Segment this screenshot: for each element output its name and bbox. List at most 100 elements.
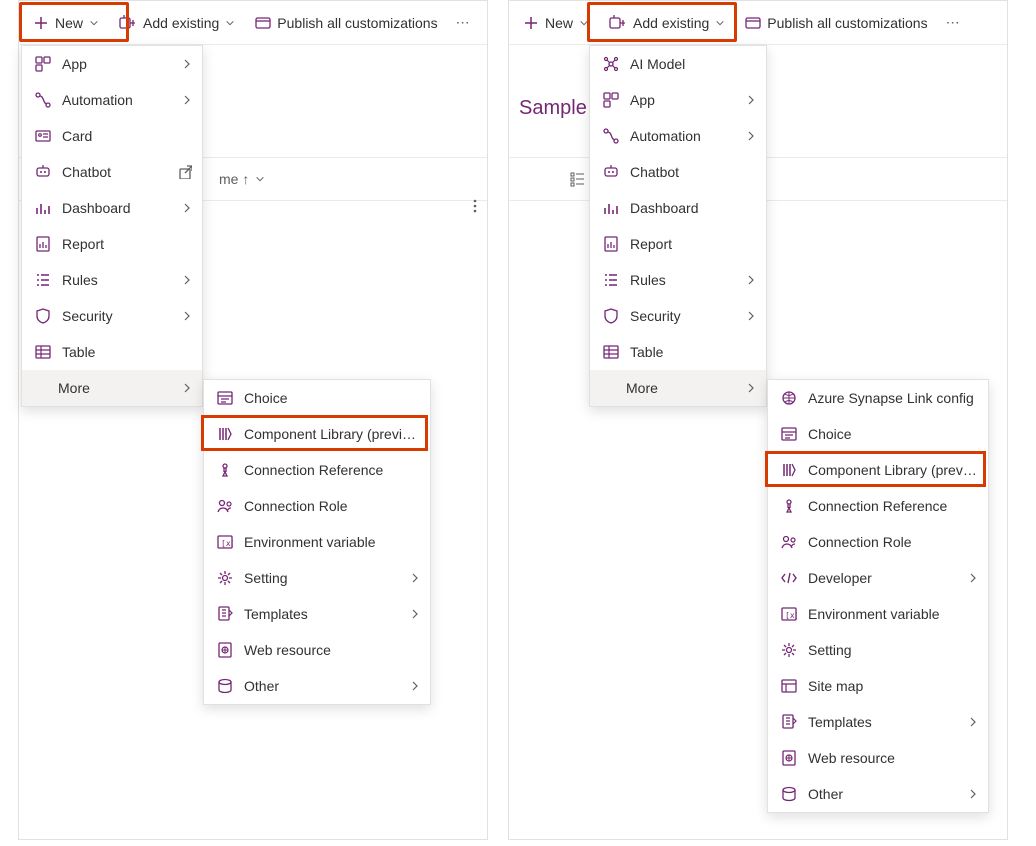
menu-item-webres[interactable]: Web resource: [204, 632, 430, 668]
menu-item-report[interactable]: Report: [22, 226, 202, 262]
envvar-icon: [216, 533, 234, 551]
list-view-icon[interactable]: [569, 170, 587, 188]
menu-item-dashboard[interactable]: Dashboard: [22, 190, 202, 226]
menu-item-label: Rules: [630, 272, 736, 288]
menu-item-label: Component Library (preview): [244, 426, 420, 442]
menu-item-table[interactable]: Table: [22, 334, 202, 370]
menu-item-label: Rules: [62, 272, 172, 288]
menu-item-envvar[interactable]: Environment variable: [204, 524, 430, 560]
more-commands-button[interactable]: ⋯: [448, 5, 478, 41]
publish-button[interactable]: Publish all customizations: [245, 5, 447, 41]
chevron-down-icon: [225, 18, 235, 28]
chevron-right-icon: [410, 572, 420, 584]
menu-item-security[interactable]: Security: [590, 298, 766, 334]
menu-item-label: Dashboard: [630, 200, 756, 216]
menu-item-label: Security: [62, 308, 172, 324]
panel-add-existing: New Add existing Publish all customizati…: [508, 0, 1008, 840]
external-link-icon: [178, 165, 192, 179]
menu-item-rules[interactable]: Rules: [590, 262, 766, 298]
chevron-down-icon: [579, 18, 589, 28]
menu-item-label: Table: [630, 344, 756, 360]
menu-item-label: Card: [62, 128, 192, 144]
toolbar-left: New Add existing Publish all customizati…: [19, 1, 487, 45]
report-icon: [602, 235, 620, 253]
chevron-down-icon: [89, 18, 99, 28]
menu-item-connrole[interactable]: Connection Role: [204, 488, 430, 524]
sort-column-name[interactable]: me ↑: [219, 171, 249, 187]
menu-item-label: Component Library (preview): [808, 462, 978, 478]
developer-icon: [780, 569, 798, 587]
menu-item-synapse[interactable]: Azure Synapse Link config: [768, 380, 988, 416]
menu-item-setting[interactable]: Setting: [204, 560, 430, 596]
add-existing-button[interactable]: Add existing: [109, 5, 245, 41]
app-icon: [34, 55, 52, 73]
new-label: New: [55, 15, 83, 31]
menu-item-card[interactable]: Card: [22, 118, 202, 154]
new-button[interactable]: New: [513, 5, 599, 41]
chevron-right-icon: [182, 310, 192, 322]
menu-item-dashboard[interactable]: Dashboard: [590, 190, 766, 226]
webres-icon: [216, 641, 234, 659]
synapse-icon: [780, 389, 798, 407]
chevron-right-icon: [410, 680, 420, 692]
menu-item-label: Templates: [244, 606, 400, 622]
menu-item-component[interactable]: Component Library (preview): [204, 416, 430, 452]
menu-item-rules[interactable]: Rules: [22, 262, 202, 298]
menu-item-setting[interactable]: Setting: [768, 632, 988, 668]
menu-item-table[interactable]: Table: [590, 334, 766, 370]
connrole-icon: [780, 533, 798, 551]
menu-item-other[interactable]: Other: [768, 776, 988, 812]
menu-item-templates[interactable]: Templates: [204, 596, 430, 632]
menu-item-automation[interactable]: Automation: [22, 82, 202, 118]
security-icon: [34, 307, 52, 325]
menu-item-label: Connection Role: [808, 534, 978, 550]
menu-item-connref[interactable]: Connection Reference: [768, 488, 988, 524]
menu-item-app[interactable]: App: [22, 46, 202, 82]
menu-item-chatbot[interactable]: Chatbot: [590, 154, 766, 190]
menu-item-templates[interactable]: Templates: [768, 704, 988, 740]
chatbot-icon: [602, 163, 620, 181]
menu-item-report[interactable]: Report: [590, 226, 766, 262]
more-commands-button[interactable]: ⋯: [938, 5, 968, 41]
menu-item-aimodel[interactable]: AI Model: [590, 46, 766, 82]
menu-item-connrole[interactable]: Connection Role: [768, 524, 988, 560]
menu-item-envvar[interactable]: Environment variable: [768, 596, 988, 632]
chevron-right-icon: [968, 572, 978, 584]
webres-icon: [780, 749, 798, 767]
menu-item-security[interactable]: Security: [22, 298, 202, 334]
toolbar-right: New Add existing Publish all customizati…: [509, 1, 1007, 45]
menu-item-choice[interactable]: Choice: [768, 416, 988, 452]
choice-icon: [780, 425, 798, 443]
new-menu: App Automation Card ChatbotDashboardReport R…: [21, 45, 203, 407]
menu-item-automation[interactable]: Automation: [590, 118, 766, 154]
plus-icon: [523, 15, 539, 31]
publish-button[interactable]: Publish all customizations: [735, 5, 937, 41]
publish-icon: [745, 15, 761, 31]
menu-item-more[interactable]: More: [590, 370, 766, 406]
menu-item-other[interactable]: Other: [204, 668, 430, 704]
chevron-right-icon: [182, 94, 192, 106]
add-existing-button[interactable]: Add existing: [599, 5, 735, 41]
chevron-down-icon[interactable]: [255, 174, 265, 184]
menu-item-component[interactable]: Component Library (preview): [768, 452, 988, 488]
menu-item-label: App: [62, 56, 172, 72]
menu-item-more[interactable]: More: [22, 370, 202, 406]
component-icon: [780, 461, 798, 479]
chevron-right-icon: [968, 716, 978, 728]
chevron-right-icon: [746, 94, 756, 106]
menu-item-sitemap[interactable]: Site map: [768, 668, 988, 704]
app-icon: [602, 91, 620, 109]
menu-item-chatbot[interactable]: Chatbot: [22, 154, 202, 190]
chatbot-icon: [34, 163, 52, 181]
new-button[interactable]: New: [23, 5, 109, 41]
row-more-button[interactable]: [473, 199, 477, 213]
menu-item-connref[interactable]: Connection Reference: [204, 452, 430, 488]
add-existing-more-submenu: Azure Synapse Link configChoice Component…: [767, 379, 989, 813]
menu-item-app[interactable]: App: [590, 82, 766, 118]
menu-item-developer[interactable]: Developer: [768, 560, 988, 596]
menu-item-label: Connection Role: [244, 498, 420, 514]
menu-item-webres[interactable]: Web resource: [768, 740, 988, 776]
publish-label: Publish all customizations: [277, 15, 437, 31]
component-icon: [216, 425, 234, 443]
menu-item-choice[interactable]: Choice: [204, 380, 430, 416]
